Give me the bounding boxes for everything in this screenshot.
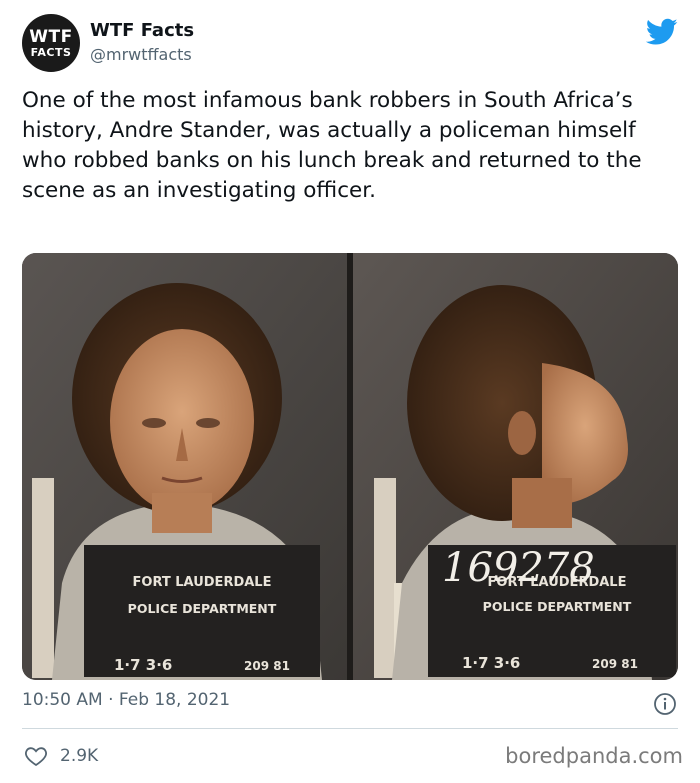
tweet-text: One of the most infamous bank robbers in… [22,88,642,203]
twitter-bird-icon[interactable] [646,18,678,46]
heart-icon[interactable] [24,744,48,768]
info-icon[interactable] [653,692,677,716]
avatar-text-line1: WTF [29,26,73,47]
mugshot-image: FORT LAUDERDALE POLICE DEPARTMENT 1·7 3·… [22,253,678,680]
right-placard-handwritten-number: 169278 [442,545,595,591]
left-placard-line1: FORT LAUDERDALE [133,575,272,590]
display-name[interactable]: WTF Facts [90,20,194,41]
like-count[interactable]: 2.9K [60,746,98,766]
avatar[interactable]: WTF FACTS [22,14,80,72]
user-handle[interactable]: @mrwtffacts [90,45,192,64]
left-placard-number-a: 1·7 3·6 [114,656,172,674]
divider [22,728,678,729]
right-placard-number-b: 209 81 [592,657,638,671]
right-placard-number-a: 1·7 3·6 [462,654,520,672]
tweet-photo[interactable]: FORT LAUDERDALE POLICE DEPARTMENT 1·7 3·… [22,253,678,680]
tweet-timestamp[interactable]: 10:50 AM · Feb 18, 2021 [22,690,230,710]
tweet-header: WTF FACTS WTF Facts @mrwtffacts [22,14,682,74]
left-placard-number-b: 209 81 [244,659,290,673]
watermark: boredpanda.com [505,744,683,768]
avatar-text-line2: FACTS [30,45,72,59]
left-placard-line2: POLICE DEPARTMENT [128,601,277,616]
right-placard-line2: POLICE DEPARTMENT [483,599,632,614]
